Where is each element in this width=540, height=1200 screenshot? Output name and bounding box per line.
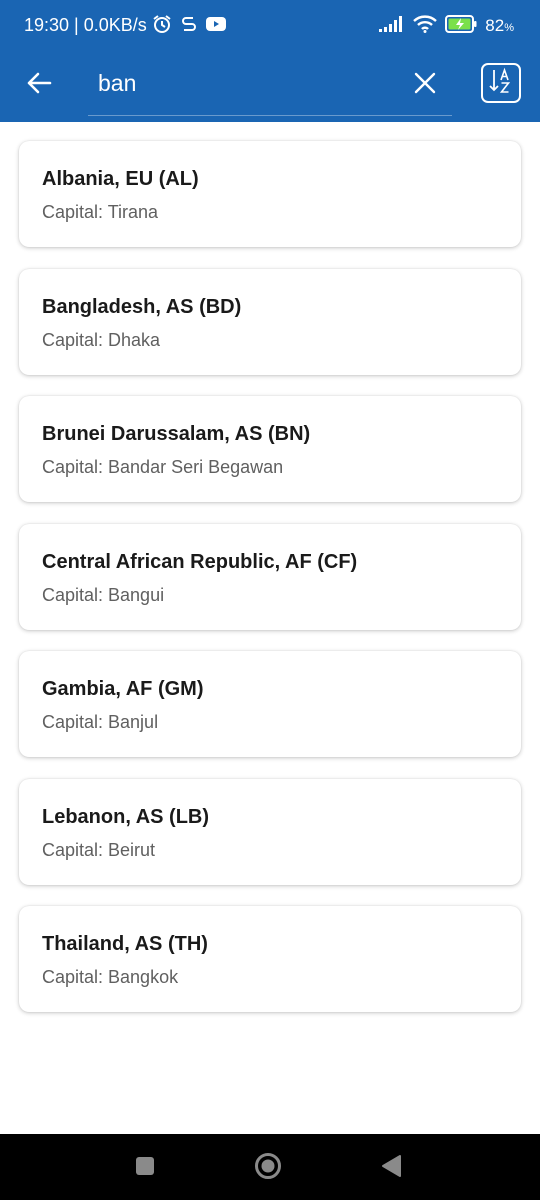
youtube-icon <box>206 16 226 37</box>
country-title: Thailand, AS (TH) <box>42 933 208 955</box>
sync-icon <box>180 14 198 39</box>
country-title: Lebanon, AS (LB) <box>42 806 210 828</box>
country-capital: Capital: Beirut <box>42 840 156 860</box>
list-item[interactable]: Albania, EU (AL) Capital: Tirana <box>19 141 521 247</box>
wifi-icon <box>413 14 438 38</box>
list-item[interactable]: Thailand, AS (TH) Capital: Bangkok <box>19 906 521 1012</box>
search-field <box>88 58 452 116</box>
recents-icon <box>135 1156 155 1181</box>
country-title: Albania, EU (AL) <box>42 168 199 190</box>
status-system-icons: 82% <box>379 14 514 38</box>
list-item[interactable]: Gambia, AF (GM) Capital: Banjul <box>19 651 521 757</box>
battery-level: 82% <box>485 16 514 35</box>
status-notification-icons <box>152 14 226 39</box>
signal-icon <box>379 15 405 37</box>
close-icon <box>414 72 436 99</box>
search-input[interactable] <box>98 66 388 100</box>
list-item[interactable]: Brunei Darussalam, AS (BN) Capital: Band… <box>19 396 521 502</box>
sort-button[interactable] <box>481 63 521 103</box>
alarm-icon <box>152 14 172 39</box>
country-title: Brunei Darussalam, AS (BN) <box>42 423 311 445</box>
back-triangle-icon <box>380 1154 402 1183</box>
country-capital: Capital: Bangkok <box>42 967 179 987</box>
country-capital: Capital: Bandar Seri Begawan <box>42 457 284 477</box>
status-bar: 19:30 | 0.0KB/s 82% <box>0 0 540 52</box>
country-capital: Capital: Tirana <box>42 202 159 222</box>
search-toolbar <box>0 52 540 122</box>
battery-charging-icon <box>445 14 477 38</box>
back-nav-button[interactable] <box>376 1153 406 1183</box>
system-navigation-bar <box>0 1134 540 1200</box>
home-button[interactable] <box>253 1152 283 1185</box>
status-time: 19:30 | 0.0KB/s <box>24 15 147 35</box>
country-title: Bangladesh, AS (BD) <box>42 296 242 318</box>
back-button[interactable] <box>22 68 56 102</box>
app-bar: 19:30 | 0.0KB/s 82% <box>0 0 540 122</box>
home-icon <box>254 1152 282 1185</box>
country-title: Gambia, AF (GM) <box>42 678 204 700</box>
list-item[interactable]: Central African Republic, AF (CF) Capita… <box>19 524 521 630</box>
recents-button[interactable] <box>130 1153 160 1183</box>
list-item[interactable]: Lebanon, AS (LB) Capital: Beirut <box>19 779 521 885</box>
sort-alphabetical-icon <box>488 67 514 100</box>
country-capital: Capital: Dhaka <box>42 330 161 350</box>
country-capital: Capital: Bangui <box>42 585 165 605</box>
country-capital: Capital: Banjul <box>42 712 159 732</box>
country-title: Central African Republic, AF (CF) <box>42 551 358 573</box>
list-item[interactable]: Bangladesh, AS (BD) Capital: Dhaka <box>19 269 521 375</box>
clear-search-button[interactable] <box>410 70 440 100</box>
arrow-left-icon <box>26 72 52 99</box>
